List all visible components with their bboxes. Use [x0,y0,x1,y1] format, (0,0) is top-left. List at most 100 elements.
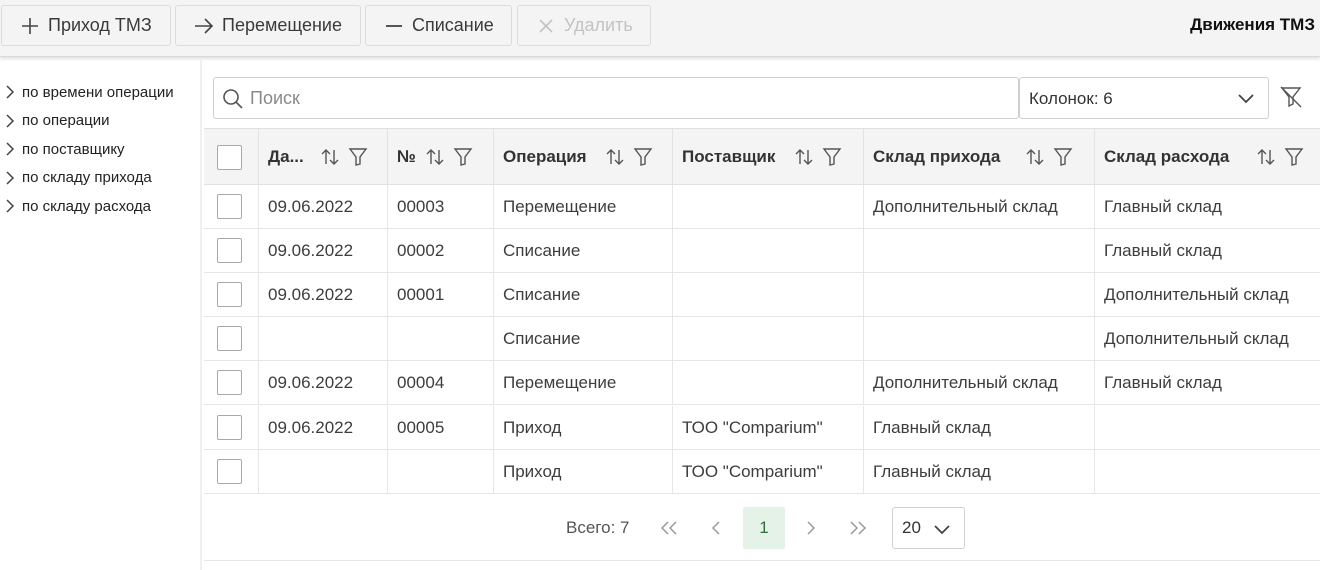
sort-icon[interactable] [1024,146,1046,168]
cell-operation: Списание [493,317,672,361]
cell-supplier: ТОО "Comparium" [672,406,863,450]
tree-item-by-supplier[interactable]: по поставщику [0,135,200,164]
chevron-right-icon[interactable] [0,82,20,102]
cell-supplier [672,229,863,273]
filter-icon[interactable] [632,146,654,168]
filter-icon[interactable] [1052,146,1074,168]
row-checkbox[interactable] [217,370,242,395]
chevron-right-icon[interactable] [0,139,20,159]
cell-operation: Приход [493,450,672,494]
cell-number: 00005 [387,406,493,450]
write-off-button[interactable]: Списание [365,5,512,46]
tree-item-by-time[interactable]: по времени операции [0,78,200,107]
filter-icon[interactable] [1283,146,1305,168]
tree-item-by-outcome-warehouse[interactable]: по складу расхода [0,192,200,221]
sort-icon[interactable] [319,146,341,168]
tree-item-by-operation[interactable]: по операции [0,107,200,136]
table-row[interactable]: 09.06.2022 00001 Списание Дополнительный… [204,273,1320,317]
row-checkbox[interactable] [217,238,242,263]
search-icon [222,88,244,110]
filter-icon[interactable] [452,146,474,168]
cell-outcome-warehouse: Главный склад [1094,229,1320,273]
cell-number: 00004 [387,361,493,405]
chevron-right-icon[interactable] [0,168,20,188]
cell-outcome-warehouse: Главный склад [1094,185,1320,229]
row-checkbox[interactable] [217,282,242,307]
tree-item-by-income-warehouse[interactable]: по складу прихода [0,164,200,193]
table-row[interactable]: 09.06.2022 00005 Приход ТОО "Comparium" … [204,406,1320,450]
toolbar: Приход ТМЗ Перемещение Списание Удалить … [0,0,1320,57]
cell-outcome-warehouse [1094,406,1320,450]
cell-income-warehouse [863,317,1094,361]
cell-date: 09.06.2022 [258,406,387,450]
page-button-current[interactable]: 1 [743,507,785,549]
table-row[interactable]: 09.06.2022 00002 Списание Главный склад [204,229,1320,273]
table-row[interactable]: Приход ТОО "Comparium" Главный склад [204,450,1320,494]
header-income-warehouse[interactable]: Склад прихода [863,129,1094,185]
plus-icon [20,16,40,36]
table-row[interactable]: 09.06.2022 00004 Перемещение Дополнитель… [204,361,1320,405]
cell-number: 00002 [387,229,493,273]
columns-select[interactable]: Колонок: 6 [1019,77,1269,119]
chevron-down-icon [1236,88,1256,108]
header-date[interactable]: Да... [258,129,387,185]
header-number[interactable]: № [387,129,493,185]
delete-button[interactable]: Удалить [517,5,651,46]
cell-operation: Перемещение [493,185,672,229]
prev-page-icon[interactable] [695,507,737,549]
move-button[interactable]: Перемещение [175,5,361,46]
chevron-down-icon [932,519,952,539]
sort-icon[interactable] [604,146,626,168]
sort-icon[interactable] [424,146,446,168]
cell-date: 09.06.2022 [258,273,387,317]
table-row[interactable]: Списание Дополнительный склад [204,317,1320,361]
cell-operation: Списание [493,229,672,273]
clear-filter-icon[interactable] [1278,84,1304,110]
page-size-value: 20 [902,518,921,537]
tree-item-label: по поставщику [22,140,125,158]
select-all-checkbox[interactable] [217,145,242,170]
cell-supplier [672,185,863,229]
cell-outcome-warehouse: Дополнительный склад [1094,273,1320,317]
page-size-select[interactable]: 20 [892,507,965,549]
header-outcome-warehouse[interactable]: Склад расхода [1094,129,1320,185]
columns-select-value: Колонок: 6 [1029,89,1113,108]
sort-icon[interactable] [793,146,815,168]
table-row[interactable]: 09.06.2022 00003 Перемещение Дополнитель… [204,185,1320,229]
chevron-right-icon[interactable] [0,111,20,131]
cell-date [258,317,387,361]
cell-number: 00001 [387,273,493,317]
filter-icon[interactable] [347,146,369,168]
last-page-icon[interactable] [837,507,879,549]
cell-operation: Списание [493,273,672,317]
page-title: Движения ТМЗ [1190,15,1315,34]
cell-income-warehouse: Дополнительный склад [863,361,1094,405]
next-page-icon[interactable] [790,507,832,549]
row-checkbox[interactable] [217,194,242,219]
cell-income-warehouse: Главный склад [863,450,1094,494]
filter-icon[interactable] [821,146,843,168]
add-income-button[interactable]: Приход ТМЗ [1,5,171,46]
write-off-label: Списание [412,15,494,35]
row-checkbox[interactable] [217,326,242,351]
panel-divider[interactable] [200,60,202,570]
search-input[interactable] [250,86,1010,110]
search-box [213,77,1019,119]
chevron-right-icon[interactable] [0,196,20,216]
delete-label: Удалить [564,15,633,35]
row-checkbox[interactable] [217,415,242,440]
minus-icon [384,16,404,36]
cell-income-warehouse [863,229,1094,273]
header-select-cell [204,129,258,185]
first-page-icon[interactable] [648,507,690,549]
cell-supplier [672,361,863,405]
total-count: Всего: 7 [566,518,630,537]
header-operation[interactable]: Операция [493,129,672,185]
header-supplier[interactable]: Поставщик [672,129,863,185]
cell-outcome-warehouse [1094,450,1320,494]
row-checkbox[interactable] [217,459,242,484]
cell-supplier [672,317,863,361]
sort-icon[interactable] [1255,146,1277,168]
cell-outcome-warehouse: Дополнительный склад [1094,317,1320,361]
cell-number [387,317,493,361]
